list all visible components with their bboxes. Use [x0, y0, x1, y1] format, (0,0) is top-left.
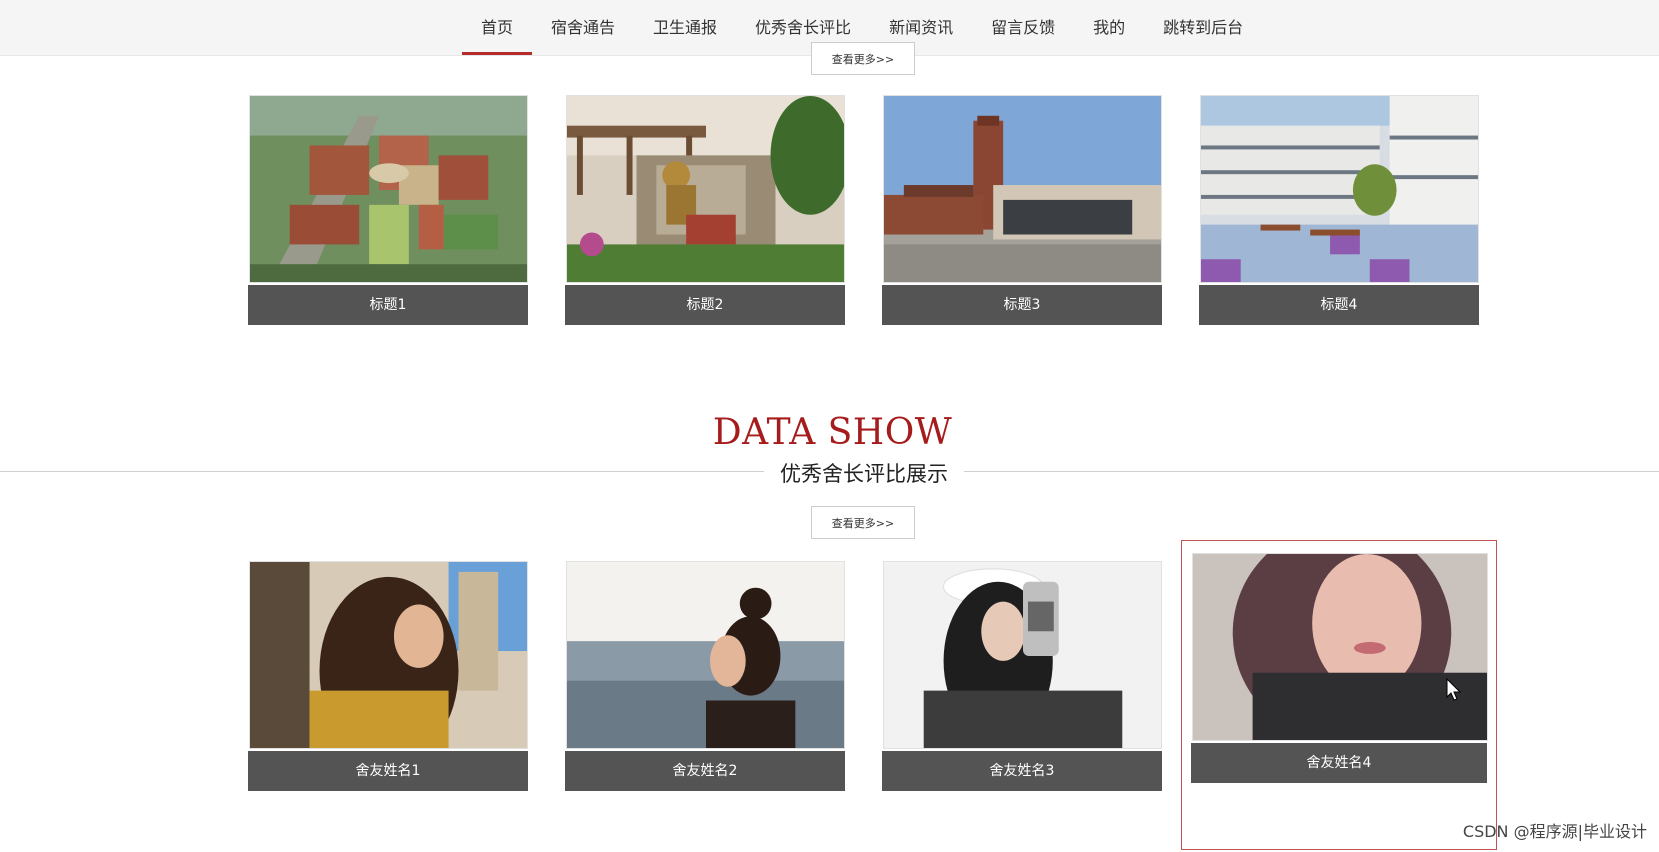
- watermark-text: CSDN @程序源|毕业设计: [1462, 822, 1647, 841]
- person-card-2[interactable]: 舍友姓名2: [565, 561, 845, 791]
- data-more-button[interactable]: 查看更多>>: [811, 506, 915, 539]
- portrait-photo-2: [566, 561, 845, 749]
- portrait-photo-1: [249, 561, 528, 749]
- section-subtitle: 优秀舍长评比展示: [764, 459, 964, 489]
- person-card-3[interactable]: 舍友姓名3: [882, 561, 1162, 791]
- card-caption: 标题1: [248, 285, 528, 325]
- card-caption: 舍友姓名2: [565, 751, 845, 791]
- person-card-4[interactable]: 舍友姓名4: [1191, 553, 1488, 783]
- card-caption: 标题3: [882, 285, 1162, 325]
- nav-item-admin[interactable]: 跳转到后台: [1144, 0, 1262, 55]
- nav-item-home[interactable]: 首页: [462, 0, 533, 55]
- campus-aerial-image: [249, 95, 528, 283]
- news-card-3[interactable]: 标题3: [882, 95, 1162, 325]
- person-card-1[interactable]: 舍友姓名1: [248, 561, 528, 791]
- mouse-cursor-icon: [1446, 678, 1462, 701]
- card-caption: 舍友姓名3: [882, 751, 1162, 791]
- sculpture-garden-image: [566, 95, 845, 283]
- card-caption: 舍友姓名1: [248, 751, 528, 791]
- top-more-button[interactable]: 查看更多>>: [811, 42, 915, 75]
- section-title: DATA SHOW: [712, 412, 953, 453]
- card-caption: 舍友姓名4: [1191, 743, 1487, 783]
- card-caption: 标题4: [1199, 285, 1479, 325]
- news-card-1[interactable]: 标题1: [248, 95, 528, 325]
- nav-item-hygiene-report[interactable]: 卫生通报: [634, 0, 736, 55]
- portrait-photo-4: [1192, 553, 1488, 741]
- school-building-image: [883, 95, 1162, 283]
- courtyard-building-image: [1200, 95, 1479, 283]
- news-card-4[interactable]: 标题4: [1199, 95, 1479, 325]
- portrait-photo-3: [883, 561, 1162, 749]
- nav-item-feedback[interactable]: 留言反馈: [972, 0, 1074, 55]
- nav-item-dorm-notice[interactable]: 宿舍通告: [532, 0, 634, 55]
- news-card-2[interactable]: 标题2: [565, 95, 845, 325]
- nav-item-mine[interactable]: 我的: [1074, 0, 1144, 55]
- card-caption: 标题2: [565, 285, 845, 325]
